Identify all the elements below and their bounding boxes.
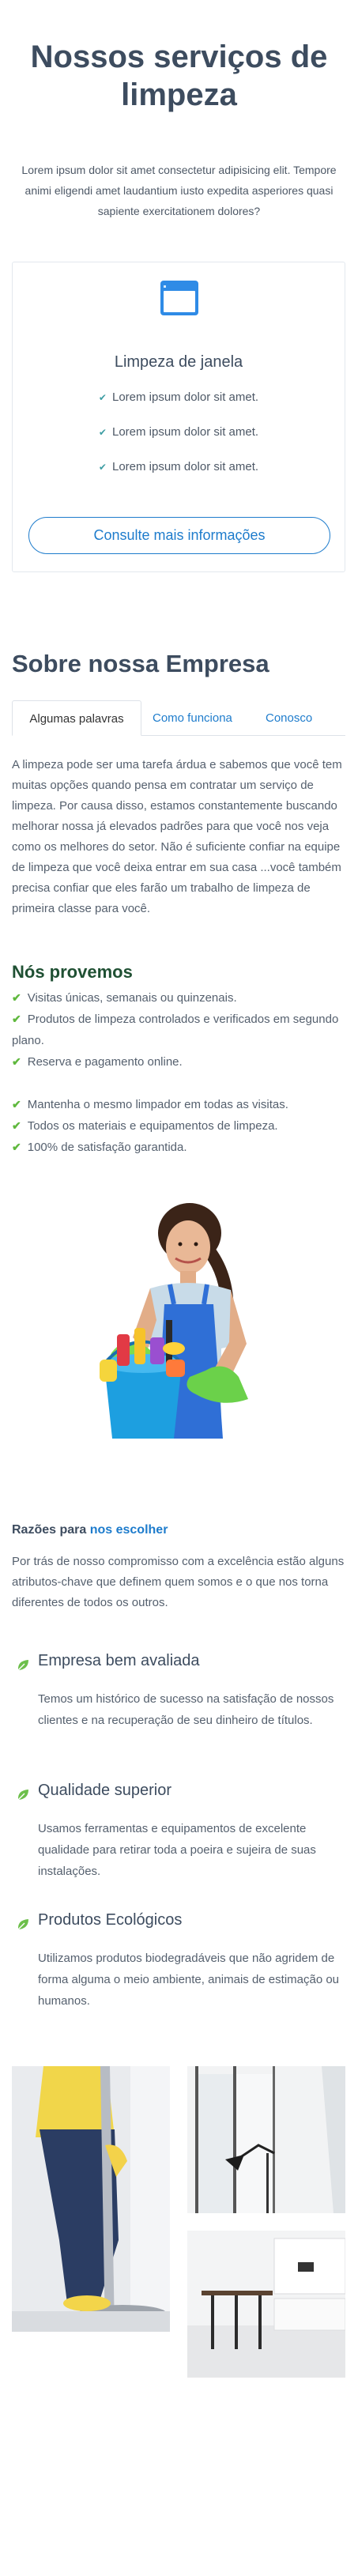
list-item: ✔ Produtos de limpeza controlados e verif…: [12, 1013, 339, 1047]
list-item: ✔ Lorem ipsum dolor sit amet.: [98, 425, 259, 439]
feature-title: Produtos Ecológicos: [38, 1911, 183, 1929]
more-info-button[interactable]: Consulte mais informações: [28, 517, 330, 554]
about-tabs: Algumas palavras Como funciona Conosco: [12, 700, 345, 736]
feature-title: Empresa bem avaliada: [38, 1652, 200, 1669]
feature-text: Temos um histórico de sucesso na satisfa…: [38, 1692, 334, 1727]
list-item: ✔ Lorem ipsum dolor sit amet.: [98, 460, 259, 473]
feature-text: Utilizamos produtos biodegradáveis que n…: [38, 1952, 340, 2008]
vacuum-photo: [12, 2066, 170, 2332]
tab-conosco[interactable]: Conosco: [266, 700, 312, 736]
services-intro: Lorem ipsum dolor sit amet consectetur a…: [21, 164, 337, 217]
check-icon: ✔: [12, 1098, 21, 1111]
list-item: ✔ Lorem ipsum dolor sit amet.: [98, 390, 259, 404]
services-title: Nossos serviços de limpeza: [30, 40, 328, 112]
check-icon: ✔: [98, 427, 107, 438]
check-icon: ✔: [98, 462, 107, 473]
reasons-title: Razões para nos escolher: [12, 1523, 168, 1537]
leaf-icon: [17, 1790, 28, 1801]
about-title: Sobre nossa Empresa: [12, 650, 269, 677]
leaf-icon: [17, 1660, 28, 1671]
service-card-title: Limpeza de janela: [114, 353, 243, 371]
check-icon: ✔: [12, 991, 21, 1004]
feature-item: Produtos Ecológicos Utilizamos produtos …: [12, 1911, 345, 2030]
check-icon: ✔: [12, 1013, 21, 1025]
service-card: Limpeza de janela ✔ Lorem ipsum dolor sit…: [12, 262, 345, 572]
tab-como-funciona[interactable]: Como funciona: [153, 700, 232, 736]
window-icon: [160, 281, 198, 315]
list-item: ✔ Visitas únicas, semanais ou quinzenais.: [12, 991, 237, 1005]
check-icon: ✔: [12, 1141, 21, 1153]
list-item: ✔ Todos os materiais e equipamentos de li…: [12, 1119, 278, 1133]
check-icon: ✔: [12, 1119, 21, 1132]
reasons-text: Por trás de nosso compromisso com a exce…: [12, 1555, 345, 1609]
kitchen-photo: [187, 2231, 345, 2378]
check-icon: ✔: [12, 1055, 21, 1068]
service-card-list: ✔ Lorem ipsum dolor sit amet. ✔ Lorem ipsu…: [13, 389, 345, 493]
page: Nossos serviços de limpeza Lorem ipsum d…: [0, 0, 358, 2576]
leaf-icon: [17, 1919, 28, 1930]
provemos-list-2: ✔ Mantenha o mesmo limpador em todas as v…: [12, 1094, 345, 1158]
list-item: ✔ Mantenha o mesmo limpador em todas as v…: [12, 1098, 288, 1111]
list-item: ✔ 100% de satisfação garantida.: [12, 1141, 187, 1154]
provemos-list-1: ✔ Visitas únicas, semanais ou quinzenais.…: [12, 987, 345, 1073]
window-lamp-photo: [187, 2066, 345, 2213]
list-item: ✔ Reserva e pagamento online.: [12, 1055, 183, 1069]
feature-item: Qualidade superior Usamos ferramentas e …: [12, 1782, 345, 1900]
feature-text: Usamos ferramentas e equipamentos de exc…: [38, 1822, 316, 1878]
tab-algumas-palavras[interactable]: Algumas palavras: [12, 700, 141, 736]
provemos-title: Nós provemos: [12, 962, 133, 982]
cleaner-photo: [100, 1203, 248, 1439]
about-text: A limpeza pode ser uma tarefa árdua e sa…: [12, 758, 342, 915]
check-icon: ✔: [98, 392, 107, 403]
feature-title: Qualidade superior: [38, 1782, 171, 1799]
feature-item: Empresa bem avaliada Temos um histórico …: [12, 1652, 345, 1771]
